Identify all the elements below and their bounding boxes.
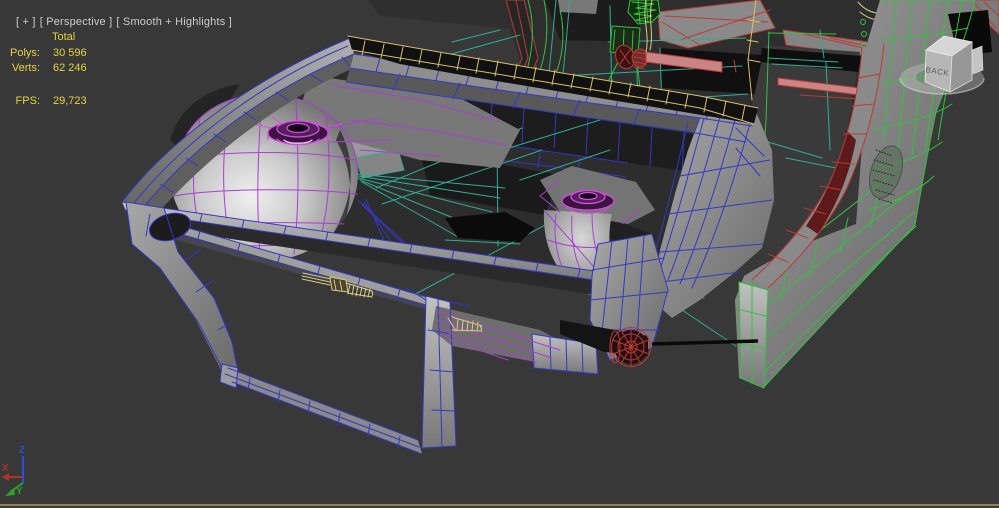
fps-value: 29,723 bbox=[53, 95, 87, 107]
fps-label: FPS: bbox=[15, 95, 40, 107]
viewport-canvas[interactable]: BACK Z X Y bbox=[0, 0, 999, 508]
x-axis-label: X bbox=[2, 463, 9, 474]
verts-label: Verts: bbox=[11, 62, 40, 74]
z-axis-label: Z bbox=[19, 445, 25, 456]
viewport-pov-menu[interactable]: [ Perspective ] bbox=[40, 16, 113, 28]
viewport-bottom-border[interactable] bbox=[0, 504, 999, 506]
polys-value: 30 596 bbox=[53, 47, 87, 59]
stats-polys-row: Polys: 30 596 bbox=[10, 47, 87, 60]
viewport-shading-menu[interactable]: [ Smooth + Highlights ] bbox=[116, 16, 232, 28]
strut-hub-right bbox=[561, 189, 615, 214]
verts-value: 62 246 bbox=[53, 62, 87, 74]
viewport-general-menu[interactable]: [ + ] bbox=[16, 16, 36, 28]
viewport-label[interactable]: [ + ] [ Perspective ][ Smooth + Highlight… bbox=[3, 3, 236, 42]
3d-viewport[interactable]: BACK Z X Y [ + ] [ Perspective ][ Smooth … bbox=[0, 0, 999, 508]
y-axis-label: Y bbox=[16, 486, 23, 497]
stats-header: Total bbox=[52, 31, 76, 43]
polys-label: Polys: bbox=[10, 47, 40, 59]
stats-fps-row: FPS: 29,723 bbox=[10, 95, 87, 108]
stats-verts-row: Verts: 62 246 bbox=[10, 62, 87, 75]
